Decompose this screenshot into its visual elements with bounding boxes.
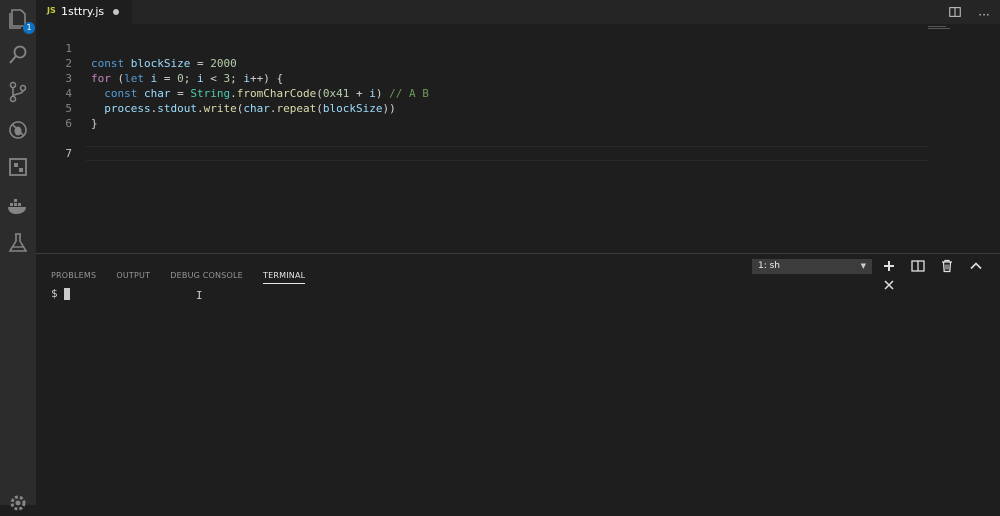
code-line-4[interactable]: 4 process.stdout.write(char.repeat(block… bbox=[36, 71, 1000, 115]
code-line-2[interactable]: 2 for (let i = 0; i < 3; i++) { bbox=[36, 41, 1000, 85]
debug-icon[interactable] bbox=[5, 117, 31, 143]
js-file-icon: JS bbox=[47, 6, 56, 15]
docker-icon[interactable] bbox=[5, 193, 31, 219]
terminal-select[interactable]: 1: sh ▼ bbox=[752, 259, 872, 274]
trash-icon[interactable] bbox=[939, 258, 955, 274]
editor-tab-bar: JS 1sttry.js ··· bbox=[36, 0, 1000, 24]
code-line-3[interactable]: 3 const char = String.fromCharCode(0x41 … bbox=[36, 56, 1000, 100]
terminal-select-value: 1: sh bbox=[758, 261, 781, 271]
panel-tabs: PROBLEMS OUTPUT DEBUG CONSOLE TERMINAL bbox=[51, 263, 320, 284]
test-flask-icon[interactable] bbox=[5, 230, 31, 256]
unsaved-dot-icon[interactable] bbox=[113, 9, 119, 15]
activity-bar: 1 bbox=[0, 0, 36, 511]
explorer-badge: 1 bbox=[23, 22, 35, 34]
bottom-panel: PROBLEMS OUTPUT DEBUG CONSOLE TERMINAL 1… bbox=[36, 253, 1000, 505]
code-editor[interactable]: 1 const blockSize = 2000 2 for (let i = … bbox=[36, 24, 1000, 252]
extensions-icon[interactable] bbox=[5, 154, 31, 180]
more-actions-icon[interactable]: ··· bbox=[976, 7, 992, 23]
search-icon[interactable] bbox=[5, 42, 31, 68]
code-line-5[interactable]: 5 } bbox=[36, 86, 1000, 130]
code-line-6[interactable]: 6 bbox=[36, 101, 1000, 130]
source-control-icon[interactable] bbox=[5, 79, 31, 105]
text-cursor-icon: I bbox=[196, 289, 203, 302]
tab-terminal[interactable]: TERMINAL bbox=[263, 271, 306, 284]
files-icon[interactable]: 1 bbox=[5, 6, 35, 34]
chevron-down-icon: ▼ bbox=[860, 262, 866, 270]
tab-debug-console[interactable]: DEBUG CONSOLE bbox=[170, 271, 243, 283]
tab-1sttry-js[interactable]: JS 1sttry.js bbox=[36, 0, 132, 24]
new-terminal-icon[interactable] bbox=[881, 258, 897, 274]
code-line-1[interactable]: 1 const blockSize = 2000 bbox=[36, 26, 1000, 70]
tab-label: 1sttry.js bbox=[61, 5, 105, 18]
split-terminal-icon[interactable] bbox=[910, 258, 926, 274]
terminal-prompt: $ bbox=[51, 287, 58, 300]
line-number: 7 bbox=[65, 147, 72, 160]
terminal-cursor bbox=[64, 288, 70, 300]
tab-output[interactable]: OUTPUT bbox=[116, 271, 150, 283]
tab-actions: ··· bbox=[939, 4, 992, 23]
chevron-up-icon[interactable] bbox=[968, 258, 984, 274]
current-line-highlight bbox=[86, 146, 928, 161]
split-editor-icon[interactable] bbox=[947, 5, 963, 21]
gear-icon[interactable] bbox=[5, 490, 31, 516]
tab-problems[interactable]: PROBLEMS bbox=[51, 271, 96, 283]
code-line-7[interactable]: 7 bbox=[36, 116, 1000, 161]
terminal-output[interactable]: $ I bbox=[51, 287, 1000, 505]
